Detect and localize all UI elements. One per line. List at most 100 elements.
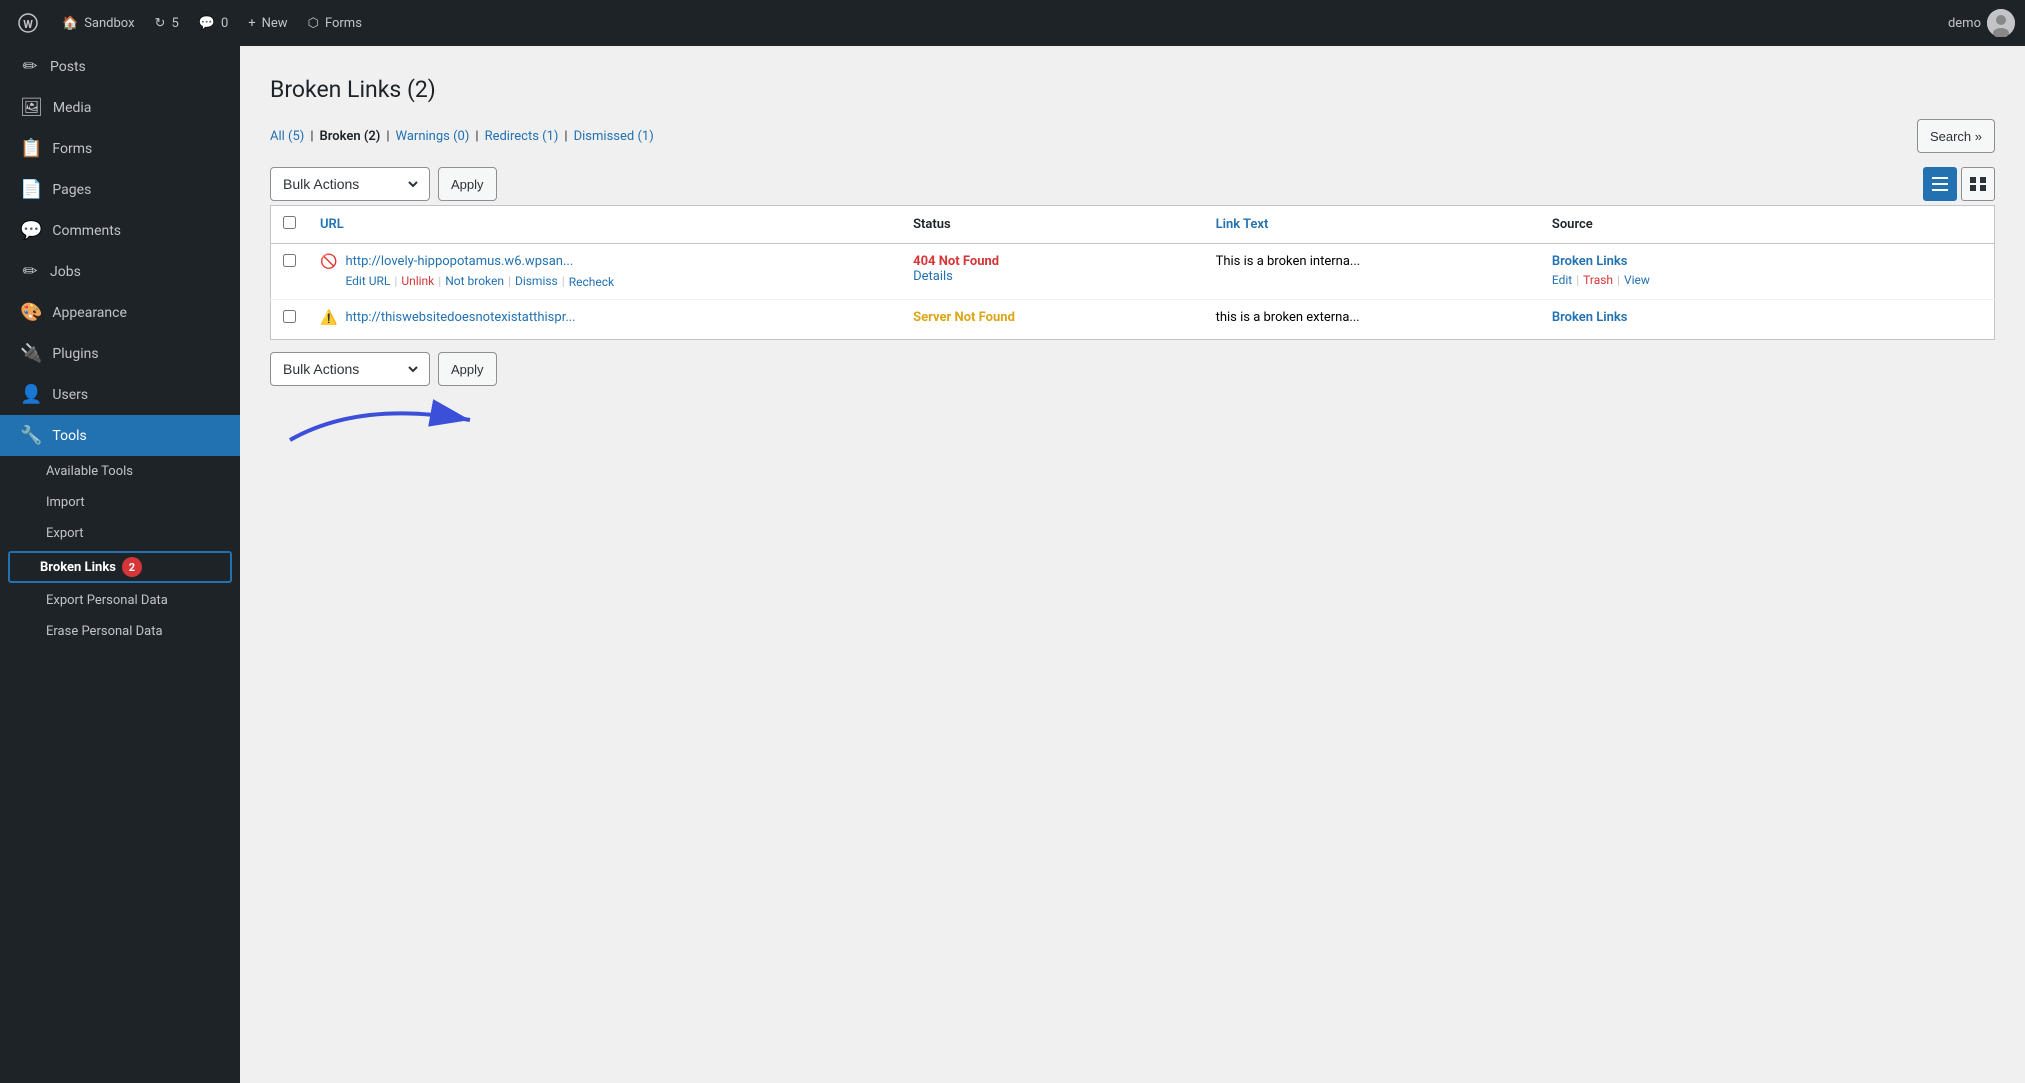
row1-details-link[interactable]: Details	[913, 269, 953, 284]
view-toggle	[1923, 167, 1995, 201]
page-title: Broken Links (2)	[270, 76, 1995, 103]
bulk-actions-select-input[interactable]: Bulk Actions	[279, 175, 421, 193]
admin-bar-updates[interactable]: ↻ 5	[145, 0, 189, 46]
updates-count: 5	[171, 16, 178, 31]
row2-source-link[interactable]: Broken Links	[1552, 310, 1982, 325]
sidebar-item-media[interactable]: 🖼 Media	[0, 87, 240, 128]
search-button[interactable]: Search »	[1917, 119, 1995, 153]
avatar[interactable]	[1987, 9, 2015, 37]
sidebar-item-comments[interactable]: 💬 Comments	[0, 210, 240, 251]
row1-row-actions: Edit URL | Unlink | Not broken | Dismiss…	[345, 273, 614, 289]
row1-status: 404 Not Found	[913, 254, 999, 269]
col-header-url[interactable]: URL	[308, 206, 901, 244]
sidebar-sub-erase-personal[interactable]: Erase Personal Data	[0, 616, 240, 647]
layout: ✏ Posts 🖼 Media 📋 Forms 📄 Pages 💬 Commen…	[0, 46, 2025, 1083]
sidebar-item-label: Jobs	[50, 264, 81, 280]
sidebar-item-users[interactable]: 👤 Users	[0, 374, 240, 415]
bulk-actions-dropdown-bottom[interactable]: Bulk Actions	[270, 352, 430, 386]
pages-icon: 📄	[20, 179, 42, 200]
svg-text:W: W	[23, 18, 33, 31]
bulk-actions-select-bottom[interactable]: Bulk Actions	[279, 360, 421, 378]
row1-view-action[interactable]: View	[1624, 273, 1650, 287]
new-label: New	[262, 16, 288, 31]
row1-linktext-cell: This is a broken interna...	[1204, 244, 1540, 300]
top-toolbar: Bulk Actions Apply	[270, 167, 1995, 201]
sidebar-sub-import[interactable]: Import	[0, 487, 240, 518]
sidebar-item-label: Pages	[52, 182, 91, 198]
admin-bar-sandbox[interactable]: 🏠 Sandbox	[52, 0, 145, 46]
jobs-icon: ✏	[20, 261, 40, 282]
grid-view-button[interactable]	[1961, 167, 1995, 201]
filter-links: All (5) | Broken (2) | Warnings (0) | Re…	[270, 119, 1995, 153]
user-label[interactable]: demo	[1948, 16, 1981, 31]
sidebar-sub-export-personal[interactable]: Export Personal Data	[0, 585, 240, 616]
sidebar-item-appearance[interactable]: 🎨 Appearance	[0, 292, 240, 333]
row1-url-link[interactable]: http://lovely-hippopotamus.w6.wpsan...	[345, 254, 614, 269]
row1-checkbox-cell	[271, 244, 309, 300]
sidebar-sub-broken-links[interactable]: Broken Links 2	[8, 551, 232, 583]
forms-icon: 📋	[20, 138, 42, 159]
sidebar: ✏ Posts 🖼 Media 📋 Forms 📄 Pages 💬 Commen…	[0, 46, 240, 1083]
filter-dismissed[interactable]: Dismissed (1)	[574, 129, 654, 144]
media-icon: 🖼	[20, 97, 43, 118]
row2-checkbox[interactable]	[283, 310, 296, 323]
row1-source-cell: Broken Links Edit | Trash | View	[1540, 244, 1995, 300]
row1-edit-action[interactable]: Edit	[1552, 273, 1572, 287]
edit-url-action[interactable]: Edit URL	[345, 274, 390, 288]
not-broken-action[interactable]: Not broken	[445, 274, 504, 288]
select-all-checkbox[interactable]	[283, 216, 296, 229]
row1-trash-action[interactable]: Trash	[1583, 273, 1613, 287]
dismiss-action[interactable]: Dismiss	[515, 274, 558, 288]
col-header-status: Status	[901, 206, 1203, 244]
sidebar-item-label: Appearance	[52, 305, 126, 321]
row1-source-link[interactable]: Broken Links	[1552, 254, 1982, 269]
row2-linktext: this is a broken externa...	[1216, 310, 1360, 325]
apply-button-bottom[interactable]: Apply	[438, 352, 497, 386]
wp-logo[interactable]: W	[10, 5, 46, 41]
row1-url-cell: 🚫 http://lovely-hippopotamus.w6.wpsan...…	[308, 244, 901, 300]
admin-bar-comments[interactable]: 💬 0	[189, 0, 239, 46]
users-icon: 👤	[20, 384, 42, 405]
broken-links-label: Broken Links	[40, 560, 116, 575]
row1-source-actions: Edit | Trash | View	[1552, 273, 1982, 287]
filter-warnings[interactable]: Warnings (0)	[396, 129, 470, 144]
error-icon: 🚫	[320, 254, 337, 270]
col-header-source: Source	[1540, 206, 1995, 244]
appearance-icon: 🎨	[20, 302, 42, 323]
bulk-actions-dropdown[interactable]: Bulk Actions	[270, 167, 430, 201]
table-row: 🚫 http://lovely-hippopotamus.w6.wpsan...…	[271, 244, 1995, 300]
admin-bar-new[interactable]: + New	[238, 0, 297, 46]
sidebar-item-pages[interactable]: 📄 Pages	[0, 169, 240, 210]
row2-source-cell: Broken Links	[1540, 300, 1995, 340]
sidebar-item-plugins[interactable]: 🔌 Plugins	[0, 333, 240, 374]
recheck-action[interactable]: Recheck	[569, 275, 614, 289]
unlink-action[interactable]: Unlink	[401, 274, 434, 288]
list-view-button[interactable]	[1923, 167, 1957, 201]
filter-broken[interactable]: Broken (2)	[320, 129, 381, 144]
updates-icon: ↻	[155, 16, 166, 31]
row2-url-container: ⚠️ http://thiswebsitedoesnotexistatthisp…	[320, 310, 889, 329]
sidebar-item-jobs[interactable]: ✏ Jobs	[0, 251, 240, 292]
col-header-linktext[interactable]: Link Text	[1204, 206, 1540, 244]
admin-bar: W 🏠 Sandbox ↻ 5 💬 0 + New ⬡ Forms demo	[0, 0, 2025, 46]
links-table: URL Status Link Text Source 🚫	[270, 205, 1995, 340]
sidebar-item-forms[interactable]: 📋 Forms	[0, 128, 240, 169]
sidebar-item-label: Tools	[52, 428, 86, 444]
forms-label: Forms	[325, 16, 362, 31]
apply-button-top[interactable]: Apply	[438, 167, 497, 201]
sidebar-sub-export[interactable]: Export	[0, 518, 240, 549]
table-row: ⚠️ http://thiswebsitedoesnotexistatthisp…	[271, 300, 1995, 340]
plugins-icon: 🔌	[20, 343, 42, 364]
filter-all[interactable]: All (5)	[270, 129, 304, 144]
sidebar-item-tools[interactable]: 🔧 Tools	[0, 415, 240, 456]
row1-status-cell: 404 Not Found Details	[901, 244, 1203, 300]
filter-redirects[interactable]: Redirects (1)	[485, 129, 559, 144]
sidebar-item-label: Users	[52, 387, 88, 403]
row2-status: Server Not Found	[913, 310, 1015, 325]
sidebar-item-posts[interactable]: ✏ Posts	[0, 46, 240, 87]
row1-checkbox[interactable]	[283, 254, 296, 267]
row2-url-link[interactable]: http://thiswebsitedoesnotexistatthispr..…	[345, 310, 575, 325]
row2-checkbox-cell	[271, 300, 309, 340]
sidebar-sub-available-tools[interactable]: Available Tools	[0, 456, 240, 487]
admin-bar-forms[interactable]: ⬡ Forms	[298, 0, 372, 46]
